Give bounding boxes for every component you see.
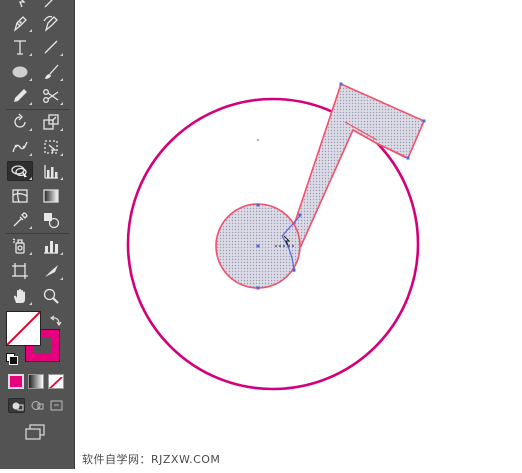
scissors-tool[interactable]: [38, 86, 64, 106]
artboard-canvas[interactable]: [75, 0, 522, 469]
eyedropper-icon: [13, 212, 28, 227]
gradient-icon: [43, 189, 59, 203]
draw-inside-button[interactable]: [48, 398, 65, 413]
gradient-mode-button[interactable]: [28, 374, 44, 389]
type-icon: [14, 40, 26, 55]
screen-mode-icon: [25, 424, 45, 440]
type-tool[interactable]: [7, 37, 33, 57]
change-screen-mode-button[interactable]: [24, 424, 48, 440]
scale-icon: [43, 114, 59, 130]
zoom-tool[interactable]: [38, 286, 64, 306]
live-paint-bucket-tool[interactable]: [7, 236, 33, 256]
column-chart-like-icon: [44, 165, 58, 179]
draw-normal-icon: [12, 402, 24, 411]
magic-wand-tool[interactable]: [38, 0, 64, 11]
slice-tool[interactable]: [38, 261, 64, 281]
note-stem-flag[interactable]: [288, 82, 426, 248]
artboard-tool[interactable]: [7, 261, 33, 281]
direct-selection-icon: [19, 0, 26, 8]
direct-selection-tool[interactable]: [7, 0, 33, 11]
rotate-icon: [14, 113, 26, 128]
toolbar-separator: [6, 233, 69, 234]
ellipse-icon: [12, 66, 28, 78]
symbol-sprayer-tool[interactable]: [38, 161, 64, 181]
spray-can-icon: [12, 238, 25, 254]
puppet-warp-icon: [12, 141, 28, 153]
ellipse-tool[interactable]: [7, 62, 33, 82]
pen-icon: [13, 16, 27, 32]
fill-swatch[interactable]: [6, 311, 41, 346]
color-mode-button[interactable]: [8, 374, 24, 389]
eyedropper-tool[interactable]: [7, 210, 33, 230]
slice-knife-icon: [45, 265, 58, 277]
artwork: [126, 82, 426, 391]
none-mode-button[interactable]: [48, 374, 64, 389]
free-transform-tool[interactable]: [38, 137, 64, 157]
swap-fill-stroke-icon[interactable]: [49, 312, 62, 327]
scale-tool[interactable]: [38, 112, 64, 132]
scissors-icon: [43, 89, 59, 103]
mesh-icon: [12, 189, 28, 203]
pen-tool[interactable]: [7, 13, 33, 33]
artboard-icon: [12, 263, 28, 279]
shape-builder-tool[interactable]: [7, 161, 33, 181]
stray-point: [257, 139, 259, 141]
line-segment-tool[interactable]: [38, 37, 64, 57]
pencil-icon: [14, 89, 27, 102]
tools-panel: [0, 0, 75, 469]
blend-icon: [44, 213, 60, 229]
zoom-icon: [43, 288, 59, 304]
blend-tool[interactable]: [38, 210, 64, 230]
paintbrush-tool[interactable]: [38, 62, 64, 82]
line-segment-icon: [44, 40, 58, 54]
hand-icon: [14, 289, 25, 303]
curvature-pen-icon: [43, 15, 58, 32]
mesh-tool[interactable]: [7, 186, 33, 206]
puppet-warp-tool[interactable]: [7, 137, 33, 157]
watermark-text: 软件自学网：RJZXW.COM: [82, 453, 221, 466]
column-graph-icon: [44, 241, 58, 254]
default-fill-stroke-icon[interactable]: [6, 353, 18, 365]
free-transform-icon: [44, 140, 58, 154]
column-graph-tool[interactable]: [38, 236, 64, 256]
draw-normal-button[interactable]: [8, 398, 25, 413]
hand-tool[interactable]: [7, 286, 33, 306]
pencil-tool[interactable]: [7, 86, 33, 106]
toolbar-separator: [6, 109, 69, 110]
draw-behind-button[interactable]: [28, 398, 45, 413]
paintbrush-icon: [45, 64, 59, 79]
none-slash-icon: [7, 312, 40, 345]
gradient-tool[interactable]: [38, 186, 64, 206]
draw-behind-icon: [31, 401, 44, 410]
curvature-tool[interactable]: [38, 13, 64, 33]
none-slash-icon: [49, 376, 63, 388]
magic-wand-icon: [44, 0, 53, 8]
rotate-tool[interactable]: [7, 112, 33, 132]
draw-inside-icon: [50, 400, 63, 411]
shape-builder-icon: [11, 165, 27, 179]
